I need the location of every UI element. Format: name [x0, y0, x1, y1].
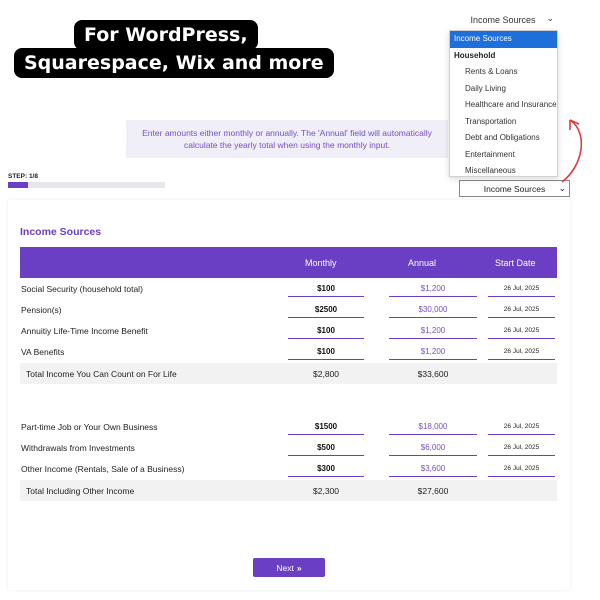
annual-input[interactable]: $18,000 [389, 416, 477, 435]
annual-input[interactable]: $3,600 [389, 458, 477, 477]
start-date-input[interactable]: 26 Jul, 2025 [488, 278, 555, 297]
income-card: Income Sources Monthly Annual Start Date… [8, 200, 570, 590]
start-date-input[interactable]: 26 Jul, 2025 [488, 458, 555, 477]
header-annual: Annual [408, 258, 437, 268]
step-indicator: STEP: 1/8 [8, 173, 38, 180]
total-monthly: $2,300 [313, 486, 339, 496]
annual-input[interactable]: $1,200 [389, 278, 477, 297]
double-chevron-right-icon: » [296, 562, 302, 573]
progress-bar [8, 182, 165, 188]
header-start-date: Start Date [495, 258, 536, 268]
progress-fill [8, 182, 28, 188]
curved-arrow-icon [561, 119, 583, 183]
monthly-input[interactable]: $100 [288, 320, 364, 339]
table-row: Withdrawals from Investments $500 $6,000… [20, 437, 557, 458]
total-label: Total Income You Can Count on For Life [26, 369, 177, 379]
header-monthly: Monthly [305, 258, 337, 268]
table-row: Annuitiy Life-Time Income Benefit $100 $… [20, 320, 557, 341]
annual-input[interactable]: $1,200 [389, 320, 477, 339]
category-select-value: Income Sources [483, 183, 546, 194]
row-label: Withdrawals from Investments [21, 443, 135, 453]
monthly-input[interactable]: $100 [288, 278, 364, 297]
next-button-label: Next [276, 562, 294, 573]
monthly-input[interactable]: $300 [288, 458, 364, 477]
category-select-value: Income Sources [470, 15, 536, 25]
next-button[interactable]: Next » [253, 558, 325, 577]
monthly-input[interactable]: $2500 [288, 299, 364, 318]
monthly-input[interactable]: $1500 [288, 416, 364, 435]
monthly-input[interactable]: $500 [288, 437, 364, 456]
table-row: VA Benefits $100 $1,200 26 Jul, 2025 [20, 341, 557, 362]
monthly-input[interactable]: $100 [288, 341, 364, 360]
annual-input[interactable]: $30,000 [389, 299, 477, 318]
row-label: Pension(s) [21, 305, 62, 315]
annual-input[interactable]: $6,000 [389, 437, 477, 456]
dropdown-item-selected[interactable]: Income Sources [450, 31, 557, 48]
start-date-input[interactable]: 26 Jul, 2025 [488, 320, 555, 339]
table-row: Other Income (Rentals, Sale of a Busines… [20, 458, 557, 479]
total-annual: $33,600 [417, 369, 449, 379]
promo-heading-line1: For WordPress, [74, 20, 258, 50]
row-label: Social Security (household total) [21, 284, 143, 294]
section-title: Income Sources [20, 226, 102, 238]
chevron-down-icon: ⌄ [546, 13, 554, 23]
start-date-input[interactable]: 26 Jul, 2025 [488, 437, 555, 456]
dropdown-item[interactable]: Daily Living [450, 81, 557, 98]
total-annual: $27,600 [417, 486, 449, 496]
table-row: Part-time Job or Your Own Business $1500… [20, 416, 557, 437]
table-row: Pension(s) $2500 $30,000 26 Jul, 2025 [20, 299, 557, 320]
category-select-open[interactable]: Income Sources ⌄ [448, 10, 558, 30]
table-header: Monthly Annual Start Date [20, 247, 557, 278]
start-date-input[interactable]: 26 Jul, 2025 [488, 299, 555, 318]
total-monthly: $2,800 [313, 369, 339, 379]
row-label: Other Income (Rentals, Sale of a Busines… [21, 464, 185, 474]
row-label: Annuitiy Life-Time Income Benefit [21, 326, 148, 336]
row-label: VA Benefits [21, 347, 65, 357]
total-row: Total Including Other Income $2,300 $27,… [20, 480, 557, 501]
total-label: Total Including Other Income [26, 486, 135, 496]
table-row: Social Security (household total) $100 $… [20, 278, 557, 299]
start-date-input[interactable]: 26 Jul, 2025 [488, 341, 555, 360]
promo-heading-line2: Squarespace, Wix and more [14, 48, 334, 78]
dropdown-item[interactable]: Rents & Loans [450, 64, 557, 81]
instructions-banner: Enter amounts either monthly or annually… [126, 120, 448, 158]
dropdown-group-label: Household [454, 50, 496, 60]
start-date-input[interactable]: 26 Jul, 2025 [488, 416, 555, 435]
annual-input[interactable]: $1,200 [389, 341, 477, 360]
row-label: Part-time Job or Your Own Business [21, 422, 158, 432]
total-row: Total Income You Can Count on For Life $… [20, 363, 557, 384]
